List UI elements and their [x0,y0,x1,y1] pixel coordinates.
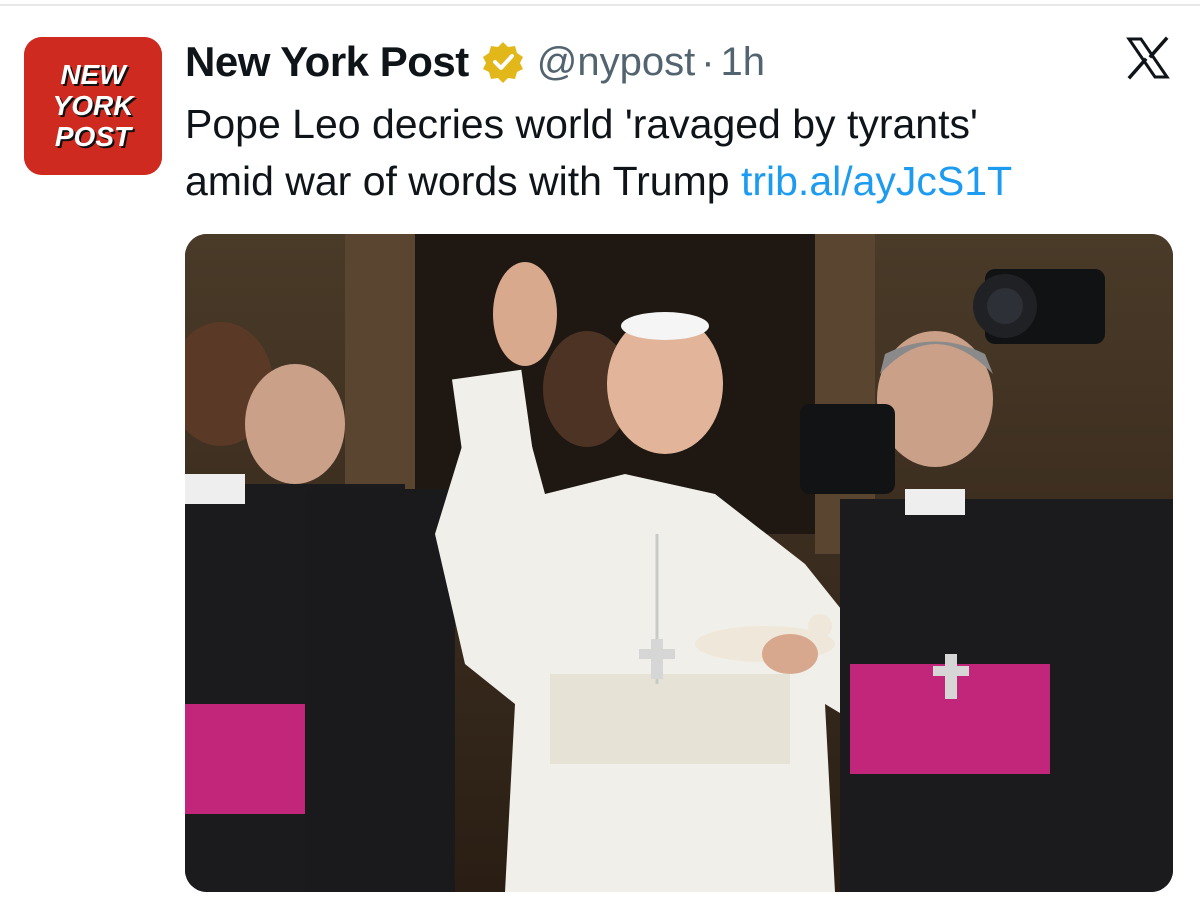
tweet-text-line-2: amid war of words with Trump trib.al/ayJ… [185,153,1175,210]
logo-line-york: YORK [53,90,136,121]
separator-dot: · [701,39,715,84]
new-york-post-logo: NEW NEW YORK YORK POST POST [24,37,162,175]
tweet-text: Pope Leo decries world 'ravaged by tyran… [185,96,1175,210]
tweet-header: New York Post @nypost · 1h [185,34,765,90]
gold-verified-badge-icon[interactable] [481,40,525,84]
account-handle[interactable]: @nypost [537,40,695,85]
logo-line-new: NEW [60,59,128,90]
x-logo-icon [1126,36,1170,80]
tweet-media-photo[interactable] [185,234,1173,892]
tweet-link[interactable]: trib.al/ayJcS1T [741,158,1012,204]
tweet-text-line-2-text: amid war of words with Trump [185,158,730,204]
top-divider [0,4,1200,6]
logo-line-post: POST [55,121,134,152]
avatar[interactable]: NEW NEW YORK YORK POST POST [24,37,162,175]
tweet-text-line-1: Pope Leo decries world 'ravaged by tyran… [185,101,978,147]
photo-pope-with-dove [185,234,1173,892]
account-name[interactable]: New York Post [185,38,469,86]
timestamp[interactable]: 1h [721,40,766,85]
